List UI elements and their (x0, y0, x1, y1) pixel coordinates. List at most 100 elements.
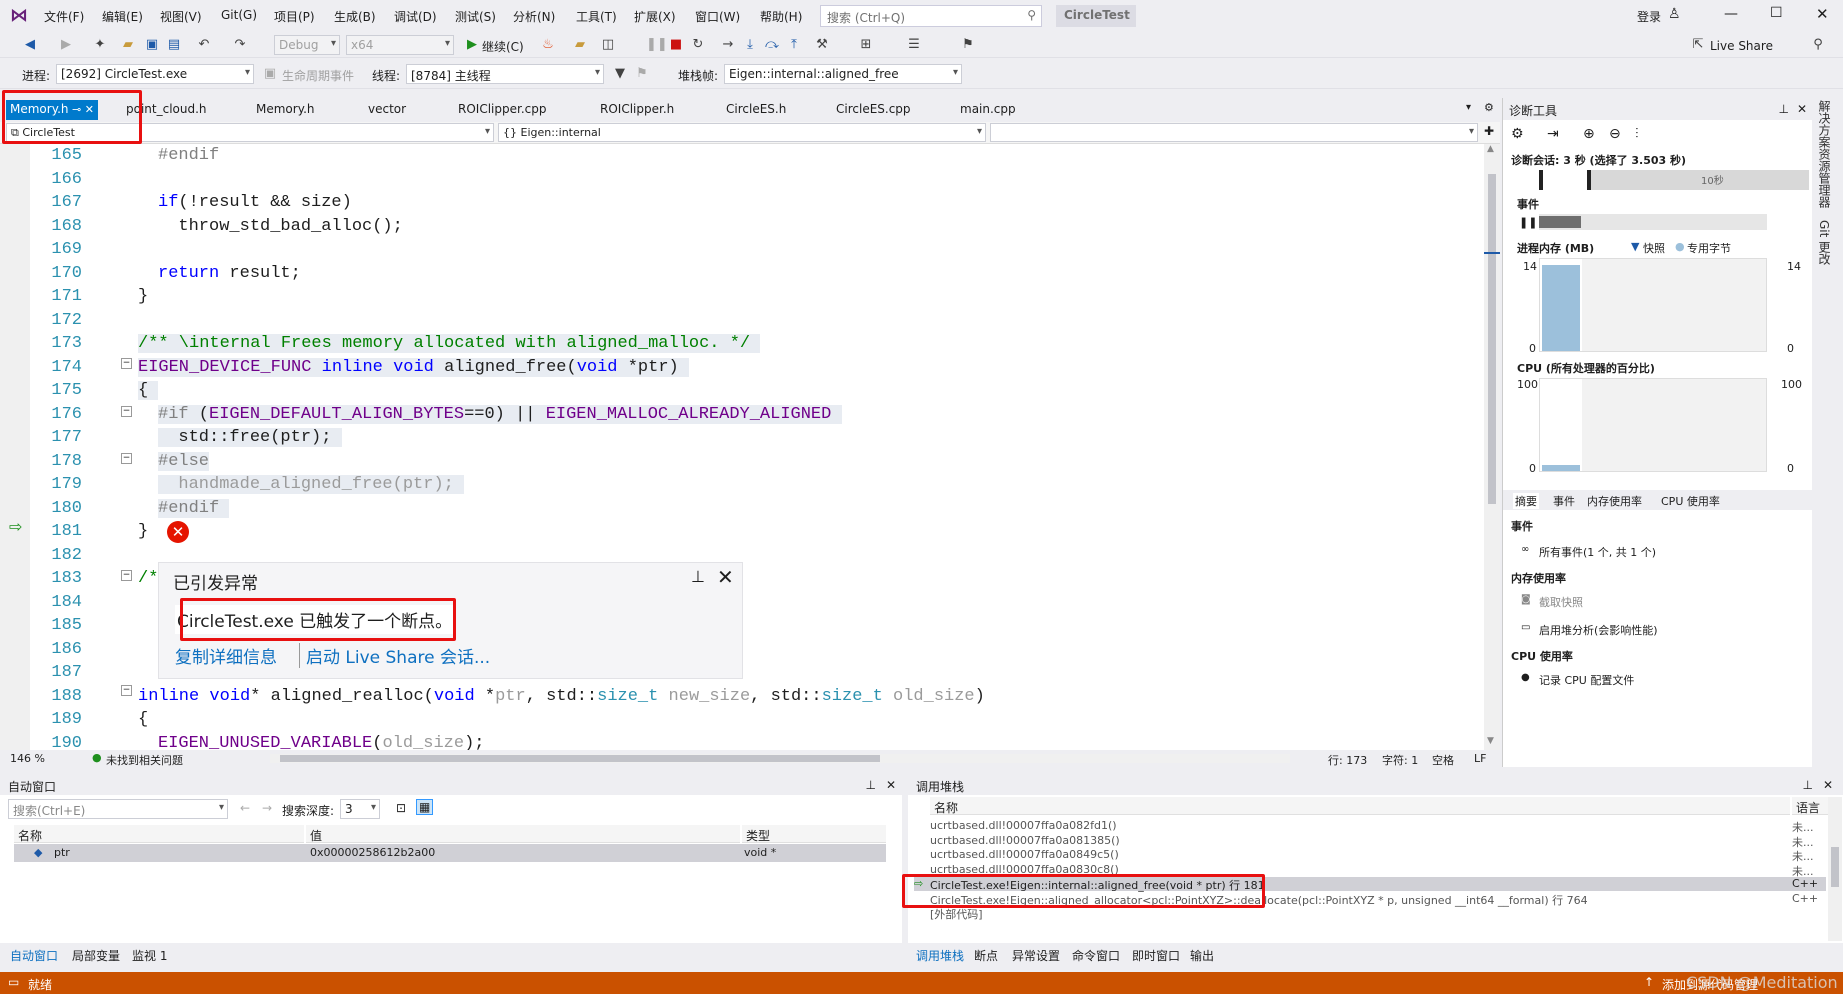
tab-file[interactable]: main.cpp (956, 100, 1020, 120)
indent-mode[interactable]: 空格 (1432, 752, 1454, 768)
reset-view-icon[interactable]: ⫶ (1635, 126, 1639, 142)
side-tab-solution-explorer[interactable]: 解决方案资源管理器 (1816, 100, 1833, 208)
zoom-in-icon[interactable]: ⊕ (1583, 126, 1595, 142)
bottom-tab[interactable]: 命令窗口 (1072, 947, 1120, 964)
editor-vertical-scrollbar[interactable]: ▲ ▼ (1484, 144, 1500, 750)
callstack-col-language[interactable]: 语言 (1792, 797, 1828, 815)
record-cpu-button[interactable]: 记录 CPU 配置文件 (1539, 672, 1634, 688)
fold-marker-icon[interactable]: − (121, 453, 132, 464)
menu-item[interactable]: 窗口(W) (695, 8, 740, 25)
stop-icon[interactable]: ■ (668, 37, 684, 53)
search-depth-dropdown[interactable]: 3 (340, 799, 380, 819)
tab-file[interactable]: CircleES.h (722, 100, 790, 120)
menu-item[interactable]: 测试(S) (455, 8, 496, 25)
autos-col-value[interactable]: 值 (306, 825, 740, 843)
all-events-link[interactable]: 所有事件(1 个, 共 1 个) (1539, 544, 1656, 560)
callstack-scrollbar[interactable] (1828, 797, 1842, 941)
flag-icon[interactable]: ⚑ (634, 66, 650, 82)
tab-file[interactable]: ROIClipper.cpp (454, 100, 550, 120)
diag-tab-events[interactable]: 事件 (1553, 493, 1575, 509)
callstack-col-name[interactable]: 名称 (930, 797, 1790, 815)
tab-watch-1[interactable]: 监视 1 (132, 947, 167, 964)
menu-item[interactable]: Git(G) (221, 8, 257, 22)
callstack-pin-icon[interactable]: ⊥ (1803, 778, 1813, 792)
code-line[interactable]: #else (158, 451, 210, 471)
hscroll-thumb[interactable] (280, 755, 880, 762)
fold-marker-icon[interactable]: − (121, 685, 132, 696)
autos-col-type[interactable]: 类型 (742, 825, 886, 843)
code-line[interactable]: #endif (158, 498, 230, 518)
tab-locals[interactable]: 局部变量 (72, 947, 120, 964)
maximize-button[interactable]: ☐ (1770, 5, 1783, 21)
scroll-up-icon[interactable]: ▲ (1487, 144, 1494, 154)
timeline-start-handle[interactable] (1539, 170, 1543, 190)
bookmark-icon[interactable]: ⚑ (960, 37, 976, 53)
autos-search-input[interactable]: 搜索(Ctrl+E) (8, 799, 228, 819)
step-out-icon[interactable]: ⤒ (786, 37, 802, 53)
back-icon[interactable]: ◀ (22, 37, 38, 53)
autos-row[interactable]: ◆ ptr 0x00000258612b2a00 void * (14, 844, 886, 862)
code-line[interactable]: return result; (158, 264, 301, 283)
thread-dropdown[interactable]: [8784] 主线程 (406, 64, 604, 84)
bottom-tab[interactable]: 异常设置 (1012, 947, 1060, 964)
diag-pin-icon[interactable]: ⊥ (1779, 102, 1789, 116)
show-next-statement-icon[interactable]: → (720, 37, 736, 53)
autos-pin-icon[interactable]: ⊥ (866, 778, 876, 792)
tab-autos[interactable]: 自动窗口 (10, 947, 58, 964)
fold-marker-icon[interactable]: − (121, 570, 132, 581)
copy-details-link[interactable]: 复制详细信息 (175, 643, 277, 668)
export-icon[interactable]: ⇥ (1547, 126, 1559, 142)
redo-icon[interactable]: ↷ (232, 37, 248, 53)
diag-tab-summary[interactable]: 摘要 (1513, 493, 1539, 509)
breakpoint-gutter[interactable] (0, 144, 30, 750)
save-all-icon[interactable]: ▤ (166, 37, 182, 53)
autos-close-icon[interactable]: ✕ (886, 778, 896, 792)
live-share-button[interactable]: Live Share (1710, 39, 1773, 53)
menu-item[interactable]: 编辑(E) (102, 8, 143, 25)
bottom-tab[interactable]: 断点 (974, 947, 998, 964)
menu-item[interactable]: 扩展(X) (634, 8, 676, 25)
step-over-icon[interactable]: ⤼ (764, 37, 780, 53)
code-line[interactable]: if(!result && size) (158, 193, 352, 212)
code-line[interactable]: inline void* aligned_realloc(void *ptr, … (138, 687, 985, 706)
menu-item[interactable]: 分析(N) (513, 8, 555, 25)
menu-item[interactable]: 视图(V) (160, 8, 202, 25)
comment-icon[interactable]: ☰ (906, 37, 922, 53)
tab-file[interactable]: Memory.h (252, 100, 319, 120)
callstack-row[interactable]: ucrtbased.dll!00007ffa0a082fd1() 未... (914, 819, 1826, 834)
folder-icon[interactable]: ▰ (572, 37, 588, 53)
timeline-ruler[interactable]: 10秒 (1539, 170, 1809, 190)
minimize-button[interactable]: — (1724, 6, 1738, 22)
horizontal-scrollbar[interactable] (270, 754, 1290, 763)
zoom-out-icon[interactable]: ⊖ (1609, 126, 1621, 142)
diag-tab-memory[interactable]: 内存使用率 (1587, 493, 1642, 509)
continue-button[interactable]: 继续(C) (482, 38, 524, 55)
code-line[interactable]: /* (138, 569, 158, 588)
step-into-icon[interactable]: ⤓ (742, 37, 758, 53)
pin-watch-icon[interactable]: ⊡ (396, 801, 406, 815)
callstack-row[interactable]: [外部代码] (914, 906, 1826, 921)
take-snapshot-button[interactable]: 截取快照 (1539, 594, 1583, 610)
settings-icon[interactable]: ⚙ (1511, 126, 1524, 142)
code-line[interactable]: #if (EIGEN_DEFAULT_ALIGN_BYTES==0) || EI… (158, 404, 842, 424)
callstack-row[interactable]: ucrtbased.dll!00007ffa0a081385() 未... (914, 834, 1826, 849)
account-icon[interactable]: ♙ (1668, 6, 1681, 22)
save-icon[interactable]: ▣ (144, 37, 160, 53)
close-window-button[interactable]: ✕ (1816, 5, 1829, 23)
code-line[interactable]: handmade_aligned_free(ptr); (158, 475, 465, 494)
tab-settings-icon[interactable]: ⚙ (1484, 101, 1494, 114)
feedback-icon[interactable]: ⚲ (1810, 37, 1826, 53)
camera-icon[interactable]: ◫ (600, 37, 616, 53)
nav-forward-icon[interactable]: → (262, 801, 272, 815)
fold-marker-icon[interactable]: − (121, 358, 132, 369)
timeline-end-handle[interactable] (1587, 170, 1591, 190)
pin-icon[interactable]: ⊥ (691, 567, 705, 586)
fold-marker-icon[interactable]: − (121, 406, 132, 417)
filter-icon[interactable]: ▼ (612, 66, 628, 82)
scroll-thumb[interactable] (1488, 174, 1496, 504)
new-project-icon[interactable]: ✦ (92, 37, 108, 53)
tab-file[interactable]: ROIClipper.h (596, 100, 678, 120)
continue-play-icon[interactable]: ▶ (464, 37, 480, 53)
code-line[interactable]: { (138, 381, 159, 400)
split-editor-icon[interactable]: ✚ (1484, 124, 1494, 138)
